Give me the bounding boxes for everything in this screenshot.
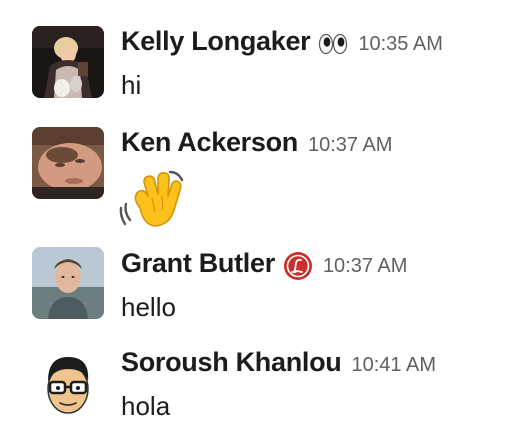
sender-name[interactable]: Soroush Khanlou	[121, 347, 342, 378]
avatar-cartoon-soroush	[32, 349, 104, 421]
avatar[interactable]	[32, 26, 104, 98]
waving-hand-icon	[118, 168, 188, 230]
message-header: Grant Butler 10:37 AM	[121, 248, 407, 284]
l-badge-icon	[283, 251, 313, 281]
sender-name[interactable]: Grant Butler	[121, 248, 275, 279]
sender-name[interactable]: Ken Ackerson	[121, 127, 298, 158]
avatar[interactable]	[32, 349, 104, 421]
timestamp[interactable]: 10:41 AM	[352, 354, 437, 377]
avatar-photo-ken	[32, 127, 104, 199]
message-header: Ken Ackerson 10:37 AM	[121, 127, 392, 163]
message-header: Soroush Khanlou 10:41 AM	[121, 347, 436, 383]
message-header: Kelly Longaker 10:35 AM	[121, 26, 443, 62]
message-text: hello	[121, 292, 176, 322]
timestamp[interactable]: 10:37 AM	[308, 134, 393, 157]
eyes-icon	[318, 33, 348, 55]
avatar-photo-grant	[32, 247, 104, 319]
avatar[interactable]	[32, 247, 104, 319]
message-text: hi	[121, 70, 142, 100]
avatar-photo-kelly	[32, 26, 104, 98]
timestamp[interactable]: 10:35 AM	[358, 33, 443, 56]
avatar[interactable]	[32, 127, 104, 199]
timestamp[interactable]: 10:37 AM	[323, 255, 408, 278]
message-text: hola	[121, 391, 171, 421]
sender-name[interactable]: Kelly Longaker	[121, 26, 311, 57]
